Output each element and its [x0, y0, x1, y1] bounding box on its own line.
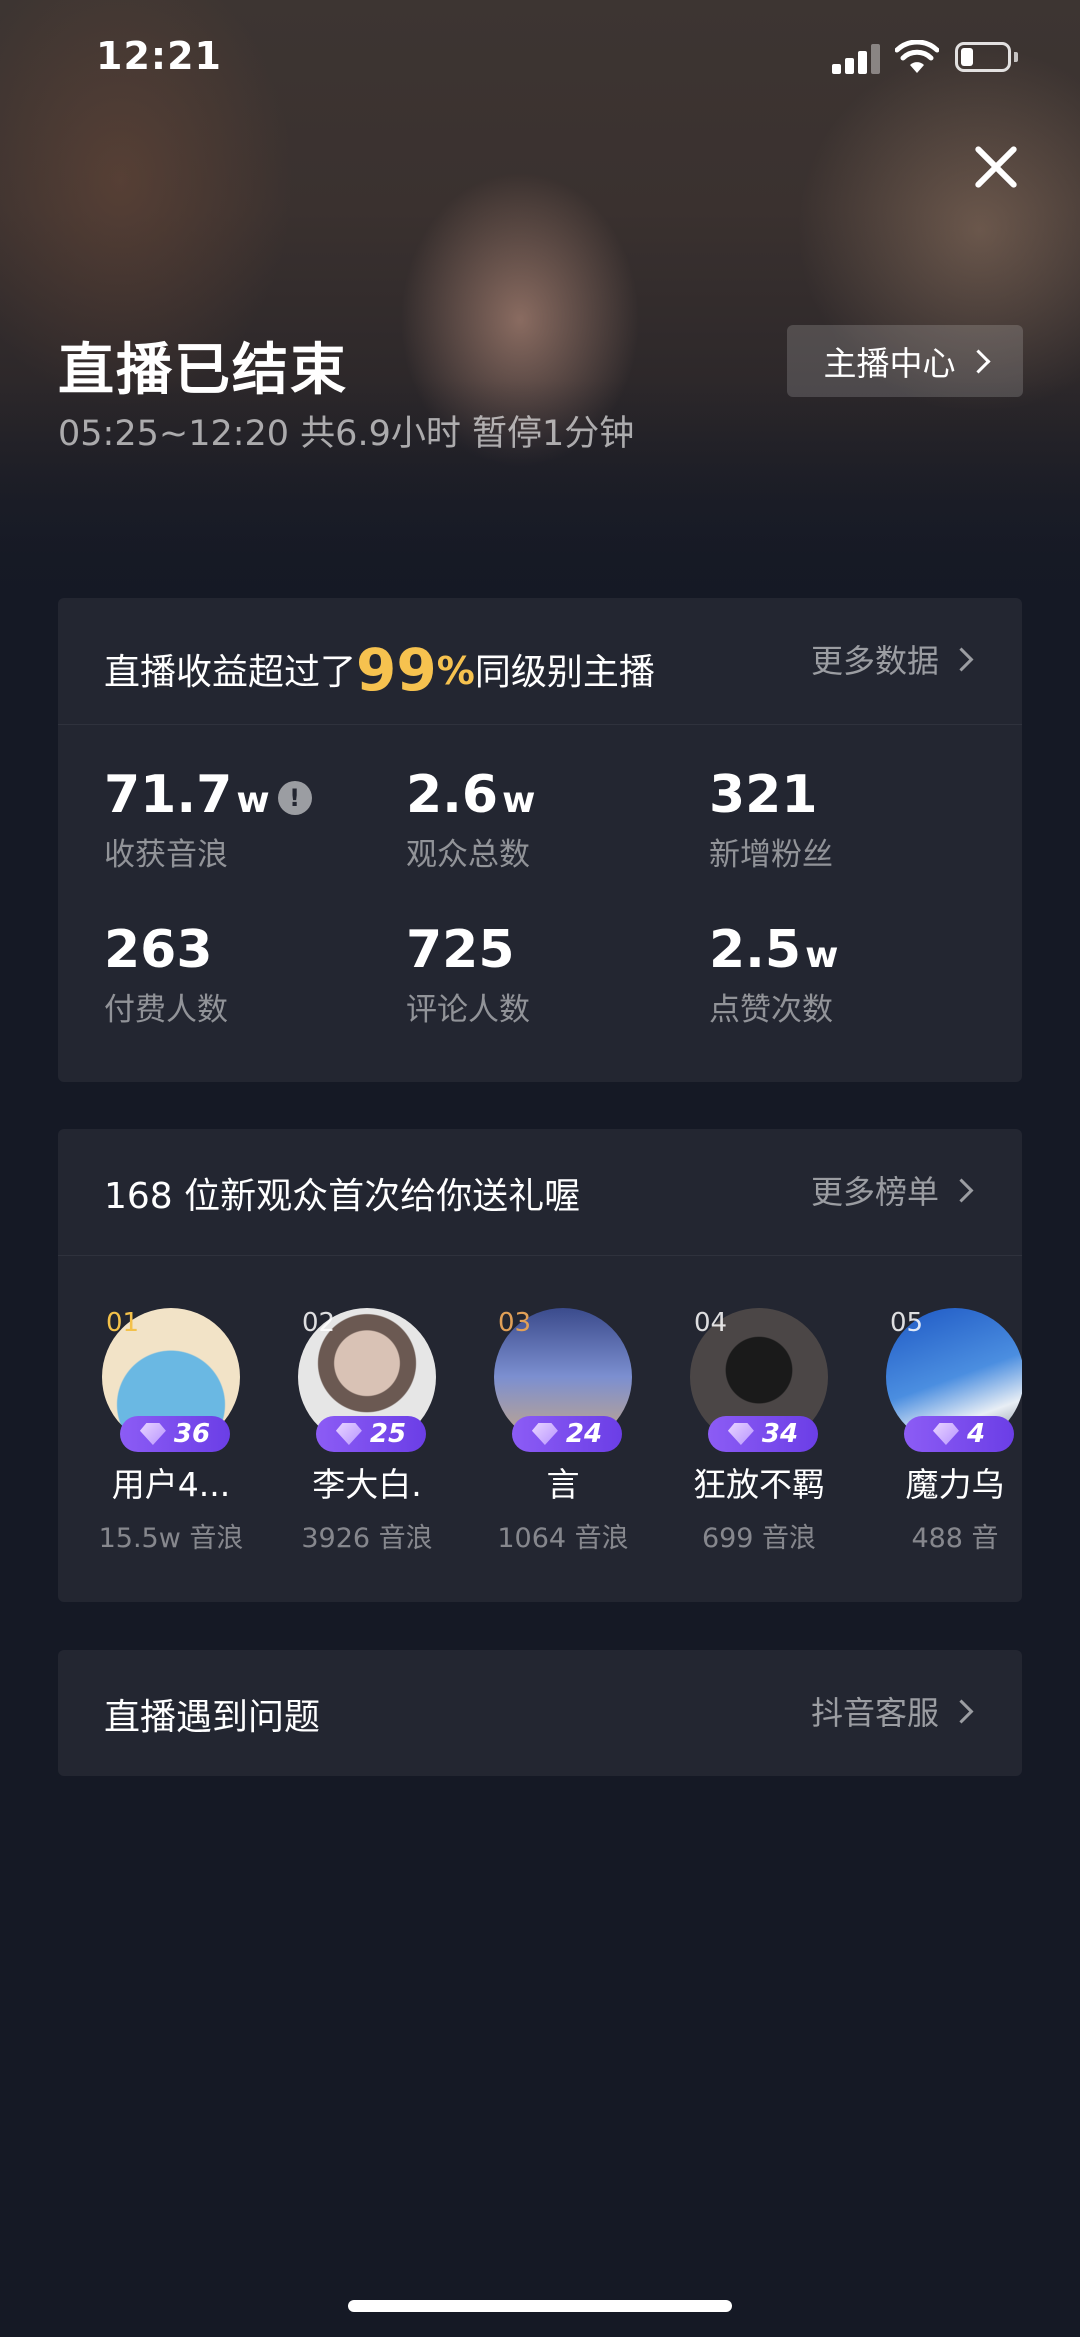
stat-value: 725: [406, 920, 515, 980]
stat-value: 71.7: [104, 765, 233, 825]
problem-title: 直播遇到问题: [104, 1697, 321, 1738]
earnings-card: 直播收益超过了99%同级别主播 更多数据 71.7 w! 收获音浪 2.6 w 观众…: [58, 598, 1022, 1082]
level-badge: 24: [512, 1416, 622, 1452]
gifter-item[interactable]: 05 4 魔力乌 488 音: [880, 1308, 1022, 1555]
gifter-value: 488 音: [911, 1523, 999, 1554]
status-bar: 12:21: [0, 0, 1080, 120]
battery-icon: [955, 42, 1019, 72]
customer-service-link[interactable]: 抖音客服: [810, 1688, 974, 1734]
chevron-right-icon: [949, 1177, 974, 1203]
gifter-name: 狂放不羁: [693, 1465, 825, 1504]
stat-paying-users: 263 付费人数: [104, 920, 404, 1029]
avatar: 02 25: [298, 1308, 436, 1452]
gifter-name: 李大白.: [312, 1465, 422, 1504]
stat-label: 付费人数: [104, 992, 228, 1028]
earnings-summary: 直播收益超过了99%同级别主播: [104, 636, 655, 704]
more-data-link[interactable]: 更多数据: [810, 636, 974, 682]
earnings-prefix: 直播收益超过了: [104, 652, 357, 693]
stat-label: 观众总数: [406, 837, 530, 873]
host-center-label: 主播中心: [823, 344, 956, 383]
more-rankings-label: 更多榜单: [810, 1173, 939, 1211]
level-number: 36: [173, 1419, 211, 1449]
gifter-value: 1064 音浪: [497, 1523, 629, 1554]
live-duration: 05:25~12:20 共6.9小时 暂停1分钟: [58, 414, 635, 454]
gifters-header: 168 位新观众首次给你送礼喔 更多榜单: [58, 1129, 1022, 1256]
earnings-percent: 99: [356, 636, 437, 704]
stat-value: 263: [104, 920, 213, 980]
stat-label: 收获音浪: [104, 837, 228, 873]
gifter-value: 3926 音浪: [301, 1523, 433, 1554]
rank-number: 05: [890, 1308, 924, 1338]
level-badge: 36: [120, 1416, 230, 1452]
avatar: 03 24: [494, 1308, 632, 1452]
chevron-right-icon: [965, 348, 991, 374]
gifters-list[interactable]: 01 36 用户4... 15.5w 音浪 02 25 李大白. 3926 音浪…: [58, 1256, 1022, 1601]
chevron-right-icon: [949, 1698, 974, 1724]
stat-likes: 2.5 w 点赞次数: [709, 920, 1009, 1029]
rank-number: 03: [498, 1308, 532, 1338]
gifters-card: 168 位新观众首次给你送礼喔 更多榜单 01 36 用户4... 15.5w …: [58, 1129, 1022, 1602]
avatar: 04 34: [690, 1308, 828, 1452]
chevron-right-icon: [949, 646, 974, 672]
avatar: 01 36: [102, 1308, 240, 1452]
host-center-button[interactable]: 主播中心: [787, 325, 1023, 397]
gifter-item[interactable]: 04 34 狂放不羁 699 音浪: [684, 1308, 834, 1555]
gem-icon: [727, 1423, 754, 1445]
stat-unit: w: [236, 780, 270, 821]
gifter-item[interactable]: 02 25 李大白. 3926 音浪: [292, 1308, 442, 1555]
stat-label: 评论人数: [406, 992, 530, 1028]
stats-grid: 71.7 w! 收获音浪 2.6 w 观众总数 321 新增粉丝 263 付费人数 …: [58, 725, 1022, 1080]
gifters-title: 168 位新观众首次给你送礼喔: [104, 1176, 581, 1217]
rank-number: 01: [106, 1308, 140, 1338]
earnings-suffix: 同级别主播: [474, 652, 655, 693]
percent-sign: %: [436, 649, 475, 693]
clock: 12:21: [96, 34, 222, 78]
level-badge: 4: [904, 1416, 1014, 1452]
gifter-value: 699 音浪: [701, 1523, 817, 1554]
stat-total-viewers: 2.6 w 观众总数: [406, 765, 706, 874]
gifter-value: 15.5w 音浪: [98, 1523, 244, 1554]
gem-icon: [531, 1423, 558, 1445]
wifi-icon: [895, 40, 939, 73]
level-number: 24: [565, 1419, 603, 1449]
level-badge: 25: [316, 1416, 426, 1452]
gem-icon: [139, 1423, 166, 1445]
rank-number: 04: [694, 1308, 728, 1338]
page-title: 直播已结束: [58, 338, 348, 403]
stat-commenters: 725 评论人数: [406, 920, 706, 1029]
gifter-item[interactable]: 03 24 言 1064 音浪: [488, 1308, 638, 1555]
stat-label: 新增粉丝: [709, 837, 833, 873]
gifter-item[interactable]: 01 36 用户4... 15.5w 音浪: [96, 1308, 246, 1555]
close-icon[interactable]: [965, 135, 1029, 199]
home-indicator[interactable]: [348, 2300, 732, 2312]
level-badge: 34: [708, 1416, 818, 1452]
gifter-name: 用户4...: [111, 1465, 231, 1504]
info-icon[interactable]: !: [277, 781, 312, 815]
level-number: 25: [369, 1419, 407, 1449]
stat-unit: w: [502, 780, 536, 821]
level-number: 4: [966, 1419, 986, 1449]
stat-label: 点赞次数: [709, 992, 833, 1028]
stat-value: 2.6: [406, 765, 499, 825]
stat-sound-waves: 71.7 w! 收获音浪: [104, 765, 404, 874]
gifter-name: 言: [546, 1465, 580, 1504]
stat-new-followers: 321 新增粉丝: [709, 765, 1009, 874]
stat-value: 321: [709, 765, 818, 825]
stat-unit: w: [805, 935, 839, 976]
signal-icon: [832, 44, 880, 74]
avatar: 05 4: [886, 1308, 1022, 1452]
stat-value: 2.5: [709, 920, 802, 980]
problem-card[interactable]: 直播遇到问题 抖音客服: [58, 1650, 1022, 1776]
customer-service-label: 抖音客服: [810, 1694, 939, 1732]
rank-number: 02: [302, 1308, 336, 1338]
more-data-label: 更多数据: [810, 642, 939, 680]
gem-icon: [932, 1423, 959, 1445]
gifter-name: 魔力乌: [905, 1465, 1005, 1504]
gem-icon: [335, 1423, 362, 1445]
earnings-header: 直播收益超过了99%同级别主播 更多数据: [58, 598, 1022, 725]
more-rankings-link[interactable]: 更多榜单: [810, 1167, 974, 1213]
level-number: 34: [761, 1419, 799, 1449]
